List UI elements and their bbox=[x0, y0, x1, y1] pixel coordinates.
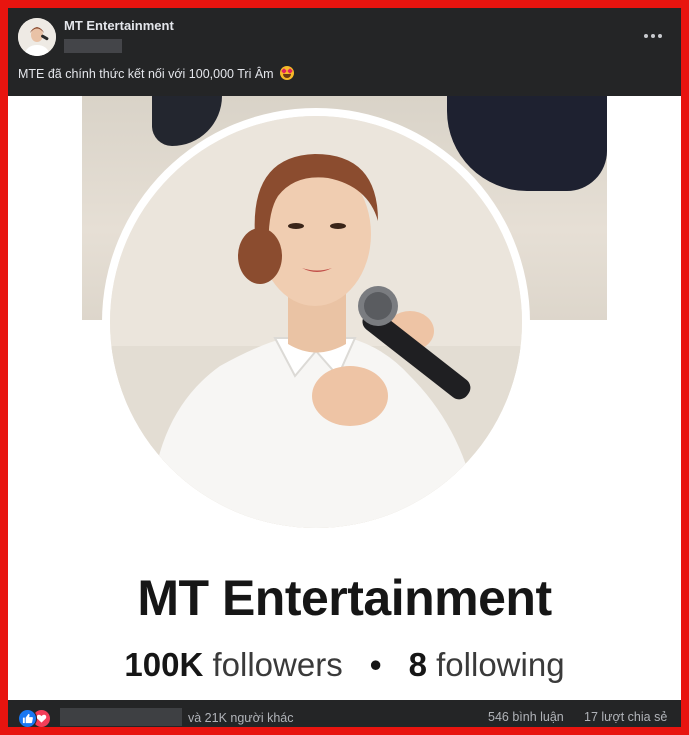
post-caption: MTE đã chính thức kết nối với 100,000 Tr… bbox=[18, 67, 274, 81]
follow-stats: 100K followers • 8 following bbox=[8, 646, 681, 684]
dot-icon bbox=[658, 34, 662, 38]
reactor-names-redacted bbox=[60, 708, 182, 726]
like-icon bbox=[18, 709, 37, 727]
more-options-button[interactable] bbox=[639, 26, 667, 46]
reaction-summary[interactable] bbox=[18, 709, 54, 727]
following-count: 8 bbox=[408, 646, 427, 683]
profile-name: MT Entertainment bbox=[137, 570, 552, 626]
dot-icon bbox=[651, 34, 655, 38]
post-footer: và 21K người khác 546 bình luận 17 lượt … bbox=[8, 700, 681, 727]
dot-icon bbox=[644, 34, 648, 38]
following-label: following bbox=[436, 646, 565, 683]
profile-photo bbox=[110, 116, 522, 528]
post-image[interactable]: MT Entertainment 100K followers • 8 foll… bbox=[8, 96, 681, 700]
followers-label: followers bbox=[212, 646, 343, 683]
shares-count-link[interactable]: 17 lượt chia sẻ bbox=[584, 710, 667, 724]
followers-count: 100K bbox=[124, 646, 204, 683]
reaction-others-text[interactable]: và 21K người khác bbox=[188, 711, 294, 725]
post-card: MT Entertainment MTE đã chính thức kết n… bbox=[0, 0, 689, 735]
post-header: MT Entertainment MTE đã chính thức kết n… bbox=[8, 8, 681, 103]
comments-count-link[interactable]: 546 bình luận bbox=[488, 710, 564, 724]
post-text: MTE đã chính thức kết nối với 100,000 Tr… bbox=[18, 66, 295, 81]
page-name[interactable]: MT Entertainment bbox=[64, 18, 174, 33]
post-timestamp-redacted bbox=[64, 39, 122, 53]
stats-separator: • bbox=[369, 646, 382, 683]
page-avatar[interactable] bbox=[18, 18, 56, 56]
star-struck-emoji-icon bbox=[280, 66, 295, 80]
